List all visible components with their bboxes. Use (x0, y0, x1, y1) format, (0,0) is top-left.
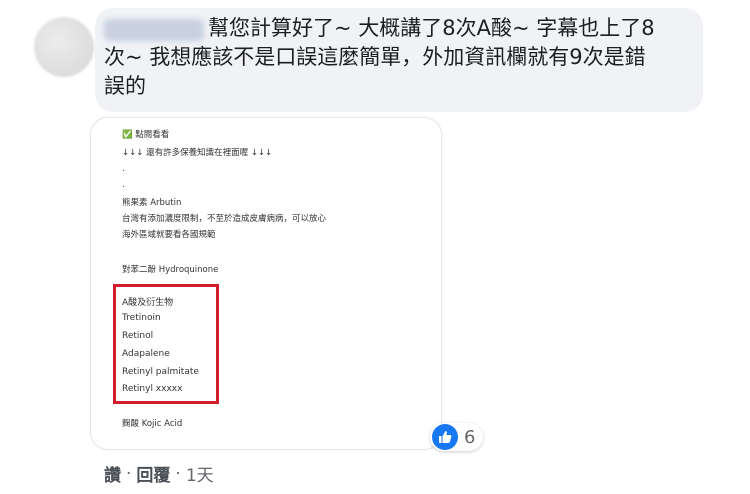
comment-line-2: 次~ 我想應該不是口誤這麼簡單，外加資訊欄就有9次是錯 (104, 45, 646, 69)
attachment-line: . (122, 164, 125, 174)
attachment-line: ↓↓↓ 還有許多保養知識在裡面喔 ↓↓↓ (122, 148, 273, 158)
reaction-count: 6 (464, 426, 476, 448)
highlight-line: Retinyl palmitate (122, 367, 199, 377)
commenter-avatar[interactable] (34, 17, 94, 77)
separator-dot: · (126, 463, 132, 484)
highlight-line: Tretinoin (122, 313, 161, 323)
highlight-line: Adapalene (122, 349, 170, 359)
highlight-line: Retinol (122, 331, 154, 341)
separator-dot: · (175, 463, 181, 484)
reaction-summary[interactable]: 6 (430, 423, 484, 451)
reply-link[interactable]: 回覆 (136, 461, 170, 486)
attachment-line: ✅ 點閱看看 (122, 130, 170, 140)
like-link[interactable]: 讚 (104, 461, 121, 486)
attachment-line: 熊果素 Arbutin (122, 198, 182, 208)
attachment-line: 麴酸 Kojic Acid (122, 419, 183, 429)
attached-screenshot[interactable]: ✅ 點閱看看 ↓↓↓ 還有許多保養知識在裡面喔 ↓↓↓ . . 熊果素 Arbu… (90, 117, 442, 450)
highlight-line: Retinyl xxxxx (122, 384, 183, 394)
comment-line-3: 誤的 (104, 74, 146, 98)
attachment-line: . (122, 180, 125, 190)
comment-timestamp[interactable]: 1天 (186, 461, 214, 486)
highlight-line: A酸及衍生物 (122, 298, 174, 308)
comment-actions: 讚 · 回覆 · 1天 (104, 461, 214, 487)
comment-line-1: 幫您計算好了~ 大概講了8次A酸~ 字幕也上了8 (208, 16, 655, 40)
attachment-line: 海外區域就要看各國規範 (122, 230, 216, 240)
comment-text: 幫您計算好了~ 大概講了8次A酸~ 字幕也上了8 次~ 我想應該不是口誤這麼簡單… (104, 14, 694, 101)
thumbs-up-icon (432, 424, 458, 450)
attachment-line: 台灣有添加濃度限制，不至於造成皮膚病病，可以放心 (122, 214, 327, 224)
attachment-line: 對苯二酚 Hydroquinone (122, 265, 219, 275)
